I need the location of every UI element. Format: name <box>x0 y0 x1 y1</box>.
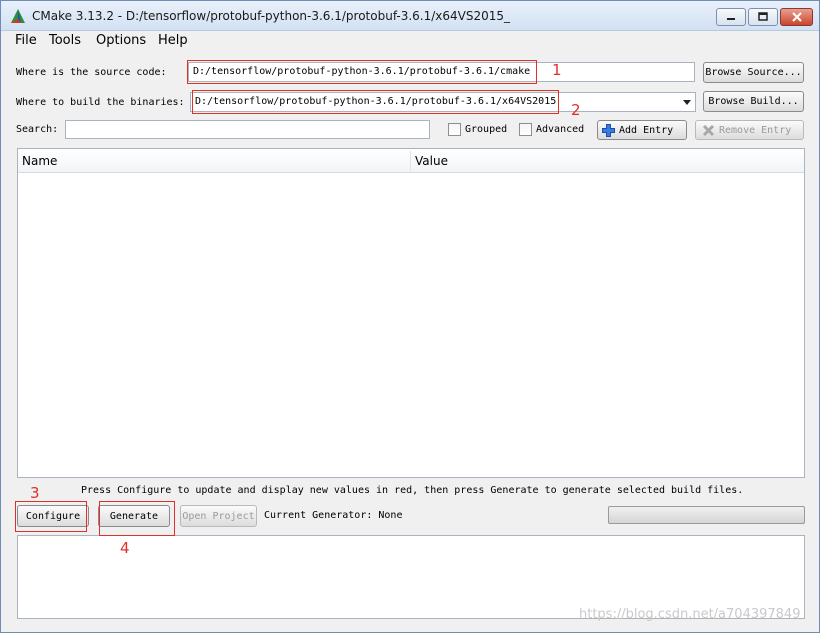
search-input[interactable] <box>65 120 430 139</box>
search-label: Search: <box>16 124 59 135</box>
cache-table[interactable]: Name Value <box>17 148 805 478</box>
add-entry-button[interactable]: Add Entry <box>597 120 687 140</box>
minimize-button[interactable] <box>716 8 746 26</box>
annotation-label-4: 4 <box>120 539 130 557</box>
title-bar[interactable]: CMake 3.13.2 - D:/tensorflow/protobuf-py… <box>1 1 819 31</box>
table-header: Name Value <box>18 149 804 173</box>
source-label: Where is the source code: <box>16 67 167 78</box>
plus-icon <box>602 123 615 137</box>
remove-entry-button[interactable]: Remove Entry <box>695 120 804 140</box>
chevron-down-icon[interactable] <box>683 100 691 105</box>
annotation-box-2 <box>192 90 559 114</box>
annotation-box-3 <box>15 501 87 532</box>
menu-tools[interactable]: Tools <box>49 33 81 48</box>
maximize-button[interactable] <box>748 8 778 26</box>
progress-bar <box>608 506 805 524</box>
annotation-label-3: 3 <box>30 484 40 502</box>
remove-icon <box>702 124 715 136</box>
minimize-icon <box>727 18 735 20</box>
annotation-label-1: 1 <box>552 61 562 79</box>
advanced-checkbox[interactable] <box>519 123 532 136</box>
browse-build-button[interactable]: Browse Build... <box>703 91 804 112</box>
column-name[interactable]: Name <box>22 154 57 168</box>
cmake-triangle-icon <box>11 9 25 23</box>
maximize-icon <box>758 12 768 21</box>
watermark-text: https://blog.csdn.net/a704397849 <box>579 607 801 622</box>
close-icon <box>791 12 802 22</box>
grouped-checkbox[interactable] <box>448 123 461 136</box>
open-project-button[interactable]: Open Project <box>180 505 257 527</box>
build-label: Where to build the binaries: <box>16 97 185 108</box>
add-entry-label: Add Entry <box>619 124 674 136</box>
menu-file[interactable]: File <box>15 33 37 48</box>
grouped-label: Grouped <box>465 124 508 135</box>
hint-text: Press Configure to update and display ne… <box>81 485 744 496</box>
column-divider[interactable] <box>410 151 411 171</box>
window-title: CMake 3.13.2 - D:/tensorflow/protobuf-py… <box>32 9 511 23</box>
menu-options[interactable]: Options <box>96 33 146 48</box>
column-value[interactable]: Value <box>415 154 448 168</box>
advanced-label: Advanced <box>536 124 585 135</box>
annotation-box-1 <box>187 60 537 84</box>
cmake-window: CMake 3.13.2 - D:/tensorflow/protobuf-py… <box>0 0 820 633</box>
close-button[interactable] <box>780 8 813 26</box>
annotation-box-4 <box>99 501 175 536</box>
current-generator-text: Current Generator: None <box>264 510 403 521</box>
menu-bar: File Tools Options Help <box>1 31 819 51</box>
menu-help[interactable]: Help <box>158 33 188 48</box>
browse-source-button[interactable]: Browse Source... <box>703 62 804 83</box>
annotation-label-2: 2 <box>571 101 581 119</box>
remove-entry-label: Remove Entry <box>719 124 792 136</box>
